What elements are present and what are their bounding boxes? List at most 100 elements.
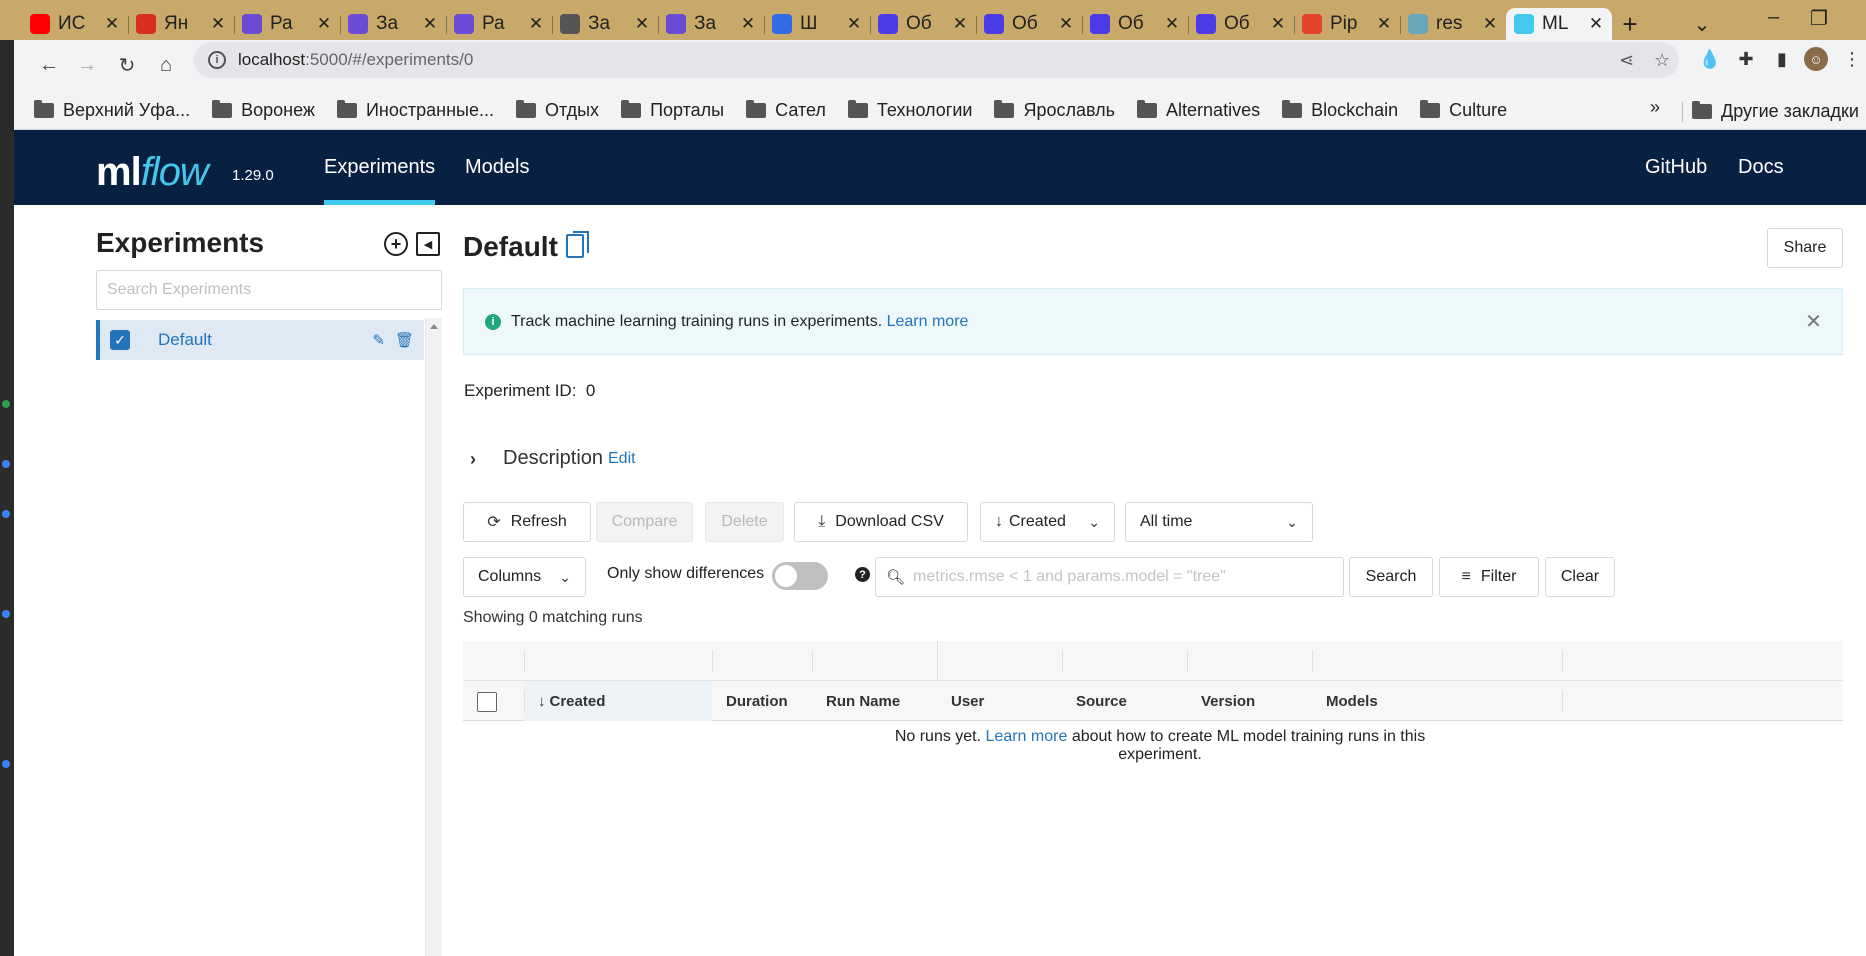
experiment-checkbox[interactable]: ✓ [110, 330, 130, 350]
close-tab-icon[interactable]: ✕ [210, 14, 226, 34]
bookmark-folder[interactable]: Верхний Уфа... [34, 100, 190, 121]
browser-tab[interactable]: Ра ✕ [234, 9, 340, 39]
col-run-name[interactable]: Run Name [812, 681, 937, 721]
description-label[interactable]: Description [503, 447, 603, 470]
clear-button[interactable]: Clear [1545, 557, 1615, 597]
browser-tab[interactable]: За ✕ [340, 9, 446, 39]
browser-tab[interactable]: Об ✕ [1188, 9, 1294, 39]
close-tab-icon[interactable]: ✕ [952, 14, 968, 34]
add-experiment-icon[interactable]: + [384, 232, 408, 256]
extension-badge-icon[interactable]: 💧 [1698, 47, 1722, 71]
bookmark-folder[interactable]: Culture [1420, 100, 1507, 121]
bookmarks-overflow-button[interactable]: » [1650, 97, 1660, 118]
forward-icon[interactable]: → [72, 50, 102, 80]
bookmark-folder[interactable]: Отдых [515, 100, 599, 121]
col-version[interactable]: Version [1187, 681, 1312, 721]
description-edit-link[interactable]: Edit [608, 450, 636, 468]
select-all-checkbox[interactable] [477, 692, 497, 712]
search-button[interactable]: Search [1349, 557, 1433, 597]
mlflow-logo[interactable]: mlflow [96, 150, 209, 195]
download-csv-button[interactable]: ⤓ Download CSV [794, 502, 968, 542]
delete-trash-icon[interactable]: 🗑 [395, 331, 414, 349]
browser-tab[interactable]: За ✕ [552, 9, 658, 39]
bookmark-folder[interactable]: Порталы [621, 100, 724, 121]
address-bar[interactable]: i localhost:5000/#/experiments/0 ⋖ ☆ [194, 42, 1679, 78]
filter-button[interactable]: ≡ Filter [1439, 557, 1539, 597]
bookmark-folder[interactable]: Alternatives [1137, 100, 1260, 121]
bookmark-folder[interactable]: Технологии [847, 100, 972, 121]
close-tab-icon[interactable]: ✕ [1376, 14, 1392, 34]
home-icon[interactable]: ⌂ [151, 50, 181, 80]
close-tab-icon[interactable]: ✕ [634, 14, 650, 34]
side-panel-icon[interactable]: ▮ [1770, 47, 1794, 71]
close-tab-icon[interactable]: ✕ [422, 14, 438, 34]
share-page-icon[interactable]: ⋖ [1619, 50, 1634, 71]
back-icon[interactable]: ← [34, 50, 64, 80]
menu-kebab-icon[interactable]: ⋮ [1840, 47, 1864, 71]
only-diff-toggle[interactable] [772, 562, 828, 590]
browser-tab[interactable]: Об ✕ [870, 9, 976, 39]
share-button[interactable]: Share [1767, 228, 1843, 268]
sidebar-scrollbar[interactable] [425, 318, 442, 956]
close-tab-icon[interactable]: ✕ [846, 14, 862, 34]
browser-tab[interactable]: Об ✕ [1082, 9, 1188, 39]
browser-tab[interactable]: Об ✕ [976, 9, 1082, 39]
bookmark-folder[interactable]: Иностранные... [336, 100, 494, 121]
columns-select[interactable]: Columns ⌄ [463, 557, 586, 597]
nav-experiments[interactable]: Experiments [324, 130, 436, 205]
site-info-icon[interactable]: i [208, 51, 226, 69]
close-tab-icon[interactable]: ✕ [104, 14, 120, 34]
other-bookmarks-folder[interactable]: Другие закладки [1692, 92, 1859, 130]
run-search-box[interactable]: 🔍︎ [875, 557, 1344, 597]
profile-avatar[interactable]: ☺ [1804, 47, 1828, 71]
close-tab-icon[interactable]: ✕ [528, 14, 544, 34]
minimize-icon[interactable]: – [1768, 6, 1779, 29]
banner-learn-more-link[interactable]: Learn more [887, 313, 969, 330]
collapse-sidebar-icon[interactable]: ◀ [416, 232, 440, 256]
sort-select[interactable]: ↓ Created ⌄ [980, 502, 1115, 542]
close-tab-icon[interactable]: ✕ [1058, 14, 1074, 34]
col-user[interactable]: User [937, 681, 1062, 721]
close-tab-icon[interactable]: ✕ [1164, 14, 1180, 34]
browser-tab[interactable]: За ✕ [658, 9, 764, 39]
time-range-select[interactable]: All time ⌄ [1125, 502, 1313, 542]
new-tab-icon[interactable]: + [1612, 9, 1648, 39]
browser-tab[interactable]: Ш ✕ [764, 9, 870, 39]
col-duration[interactable]: Duration [712, 681, 812, 721]
nav-docs[interactable]: Docs [1738, 130, 1784, 205]
close-tab-icon[interactable]: ✕ [1482, 14, 1498, 34]
browser-tab[interactable]: Pip ✕ [1294, 9, 1400, 39]
copy-icon[interactable] [566, 231, 589, 258]
empty-learn-more-link[interactable]: Learn more [986, 728, 1068, 745]
tab-search-icon[interactable]: ⌄ [1684, 9, 1720, 39]
experiment-item-default[interactable]: ✓ Default ✎ 🗑 [96, 320, 424, 360]
chevron-right-icon[interactable]: › [470, 449, 476, 470]
bookmark-folder[interactable]: Blockchain [1282, 100, 1398, 121]
nav-github[interactable]: GitHub [1645, 130, 1707, 205]
bookmark-folder[interactable]: Ярославль [994, 100, 1115, 121]
col-created[interactable]: ↓ Created [524, 681, 712, 721]
restore-icon[interactable]: ❐ [1810, 6, 1828, 31]
browser-tab[interactable]: ML ✕ [1506, 8, 1612, 40]
browser-tab[interactable]: Ян ✕ [128, 9, 234, 39]
close-tab-icon[interactable]: ✕ [316, 14, 332, 34]
extensions-puzzle-icon[interactable]: ✚ [1734, 47, 1758, 71]
nav-models[interactable]: Models [465, 130, 529, 205]
bookmark-star-icon[interactable]: ☆ [1654, 50, 1670, 71]
refresh-button[interactable]: ⟳ Refresh [463, 502, 591, 542]
bookmark-folder[interactable]: Воронеж [212, 100, 315, 121]
close-tab-icon[interactable]: ✕ [740, 14, 756, 34]
col-source[interactable]: Source [1062, 681, 1187, 721]
close-icon[interactable]: ✕ [1805, 309, 1822, 334]
browser-tab[interactable]: res ✕ [1400, 9, 1506, 39]
close-tab-icon[interactable]: ✕ [1270, 14, 1286, 34]
edit-pencil-icon[interactable]: ✎ [372, 331, 385, 349]
compare-button[interactable]: Compare [596, 502, 693, 542]
delete-button[interactable]: Delete [705, 502, 784, 542]
bookmark-folder[interactable]: Сател [746, 100, 826, 121]
close-tab-icon[interactable]: ✕ [1588, 14, 1604, 34]
question-icon[interactable]: ? [855, 567, 870, 582]
col-models[interactable]: Models [1312, 681, 1562, 721]
browser-tab[interactable]: Ра ✕ [446, 9, 552, 39]
run-search-input[interactable] [913, 568, 1343, 586]
